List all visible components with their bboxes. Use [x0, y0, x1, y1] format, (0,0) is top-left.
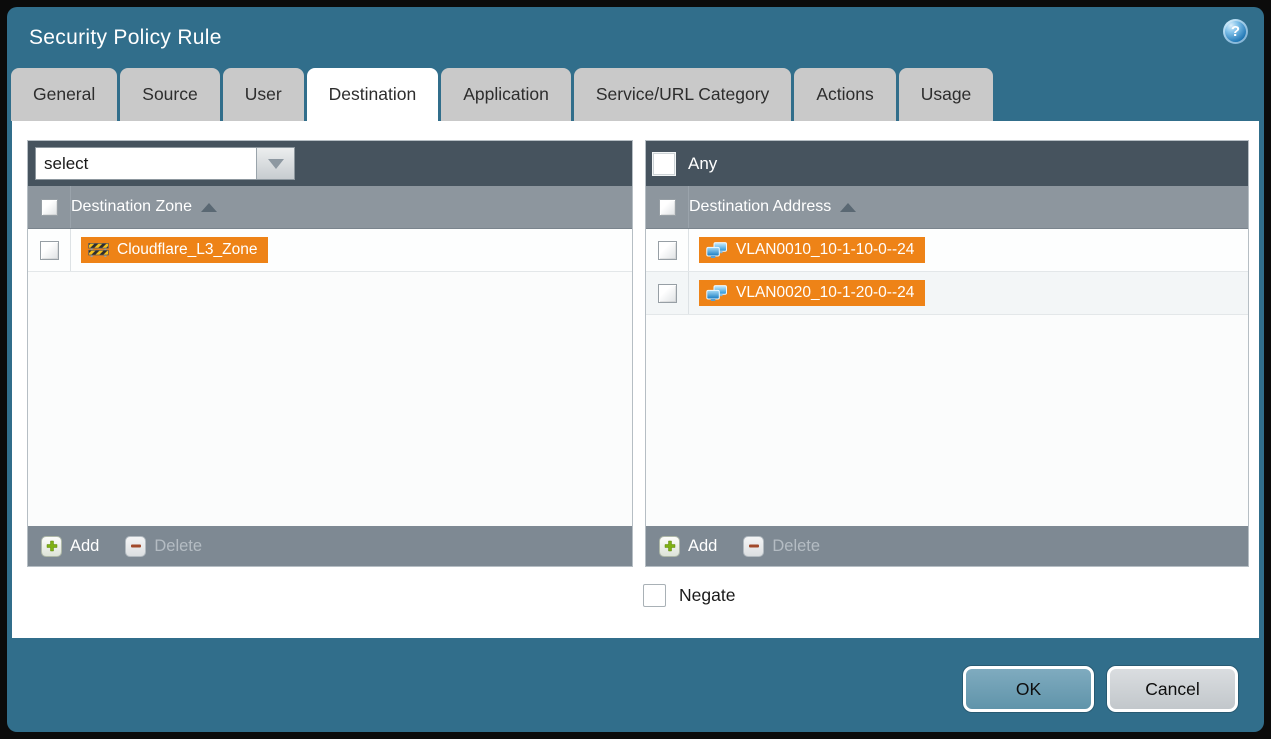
add-icon [41, 536, 62, 557]
zone-item-label: Cloudflare_L3_Zone [117, 241, 257, 259]
address-column-header[interactable]: Destination Address [646, 186, 1248, 229]
any-checkbox[interactable] [653, 153, 675, 175]
zone-icon [88, 242, 109, 258]
zone-add-button[interactable]: Add [41, 536, 99, 557]
tab-bar: General Source User Destination Applicat… [7, 68, 1264, 121]
zone-row[interactable]: Cloudflare_L3_Zone [28, 229, 632, 272]
dialog-title: Security Policy Rule [29, 26, 222, 50]
zone-panel-header: select [28, 141, 632, 186]
help-icon[interactable]: ? [1223, 19, 1248, 44]
tab-application[interactable]: Application [441, 68, 571, 121]
address-panel-header: Any [646, 141, 1248, 186]
sort-ascending-icon [201, 203, 217, 212]
address-row-checkbox[interactable] [658, 241, 677, 260]
zone-row-checkbox[interactable] [40, 241, 59, 260]
address-row-checkbox[interactable] [658, 284, 677, 303]
title-bar: Security Policy Rule ? [7, 7, 1264, 68]
tab-user[interactable]: User [223, 68, 304, 121]
zone-select-value[interactable]: select [36, 148, 256, 179]
address-icon [706, 242, 728, 259]
destination-address-panel: Any Destination Address [645, 140, 1249, 567]
address-select-all-checkbox[interactable] [659, 199, 676, 216]
address-delete-button[interactable]: Delete [743, 536, 820, 557]
address-item-pill[interactable]: VLAN0020_10-1-20-0--24 [699, 280, 925, 306]
zone-select-all-checkbox[interactable] [41, 199, 58, 216]
tab-service-url-category[interactable]: Service/URL Category [574, 68, 791, 121]
zone-select[interactable]: select [35, 147, 295, 180]
dialog-footer: OK Cancel [7, 638, 1264, 732]
negate-label: Negate [679, 585, 735, 606]
tab-usage[interactable]: Usage [899, 68, 994, 121]
sort-ascending-icon [840, 203, 856, 212]
address-row[interactable]: VLAN0020_10-1-20-0--24 [646, 272, 1248, 315]
cancel-button[interactable]: Cancel [1107, 666, 1238, 712]
address-panel-footer: Add Delete [646, 526, 1248, 566]
negate-option: Negate [643, 584, 735, 607]
zone-list: Cloudflare_L3_Zone [28, 229, 632, 526]
address-item-label: VLAN0010_10-1-10-0--24 [736, 241, 914, 259]
zone-column-title: Destination Zone [71, 198, 192, 216]
zone-select-dropdown-button[interactable] [256, 148, 294, 179]
tab-destination[interactable]: Destination [307, 68, 439, 121]
address-item-label: VLAN0020_10-1-20-0--24 [736, 284, 914, 302]
zone-item-pill[interactable]: Cloudflare_L3_Zone [81, 237, 268, 263]
chevron-down-icon [268, 159, 284, 169]
address-item-pill[interactable]: VLAN0010_10-1-10-0--24 [699, 237, 925, 263]
address-add-button[interactable]: Add [659, 536, 717, 557]
zone-panel-footer: Add Delete [28, 526, 632, 566]
address-icon [706, 285, 728, 302]
address-row[interactable]: VLAN0010_10-1-10-0--24 [646, 229, 1248, 272]
ok-button[interactable]: OK [963, 666, 1094, 712]
any-label: Any [688, 154, 717, 174]
tab-general[interactable]: General [11, 68, 117, 121]
delete-icon [125, 536, 146, 557]
negate-checkbox[interactable] [643, 584, 666, 607]
address-column-title: Destination Address [689, 198, 831, 216]
zone-column-header[interactable]: Destination Zone [28, 186, 632, 229]
destination-tab-content: select Destination Zone [12, 121, 1259, 638]
tab-source[interactable]: Source [120, 68, 219, 121]
destination-zone-panel: select Destination Zone [27, 140, 633, 567]
delete-icon [743, 536, 764, 557]
zone-delete-button[interactable]: Delete [125, 536, 202, 557]
tab-actions[interactable]: Actions [794, 68, 895, 121]
security-policy-rule-dialog: Security Policy Rule ? General Source Us… [7, 7, 1264, 732]
add-icon [659, 536, 680, 557]
address-list: VLAN0010_10-1-10-0--24 VLAN [646, 229, 1248, 526]
